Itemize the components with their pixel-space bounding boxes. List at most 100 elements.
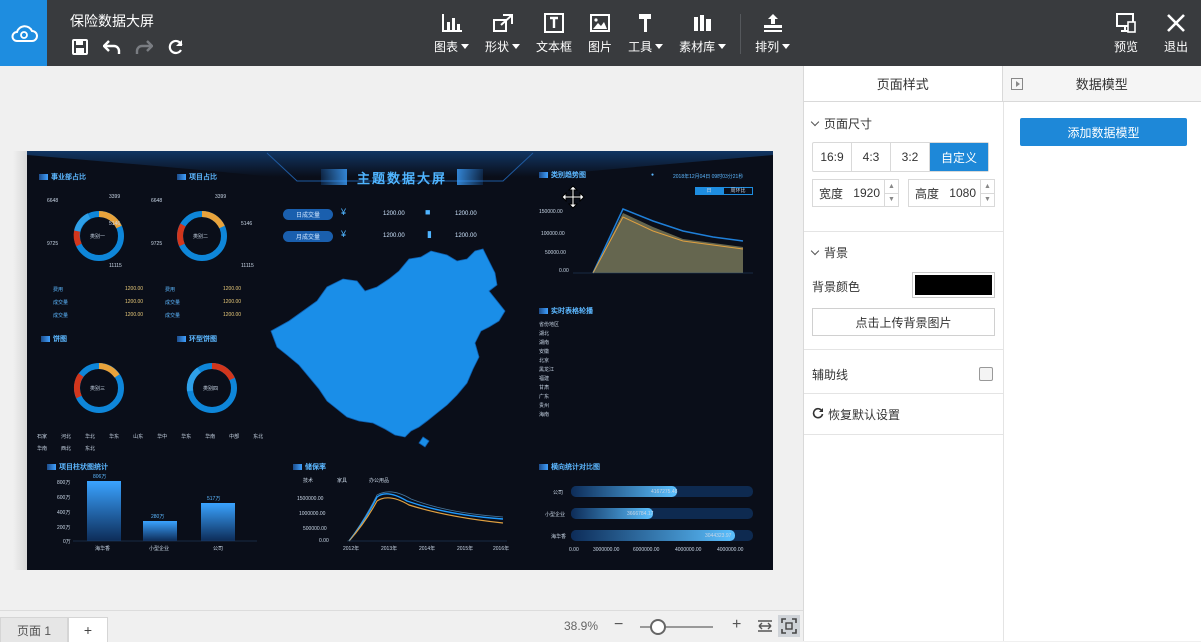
- upload-background-button[interactable]: 点击上传背景图片: [812, 308, 995, 336]
- legend-item: 中部: [229, 432, 239, 442]
- redo-icon[interactable]: [134, 37, 154, 57]
- collapse-panel-icon[interactable]: [1011, 78, 1023, 90]
- hbar-category: 公司: [553, 489, 563, 496]
- cloud-logo-icon[interactable]: [0, 0, 47, 66]
- ratio-custom[interactable]: 自定义: [930, 143, 988, 171]
- canvas-area[interactable]: 主题数据大屏 事业部占比 项目占比 饼图 环型饼图 类别趋势图 实时表格轮播 项…: [0, 66, 803, 610]
- guides-checkbox[interactable]: [979, 367, 993, 381]
- tab-data-model-label: 数据模型: [1076, 74, 1128, 93]
- legend-item: 华南: [205, 432, 215, 442]
- trend-datetime: 2018年12月04日 09时03分21秒: [673, 173, 743, 180]
- chart-menu-button[interactable]: 图表: [426, 12, 477, 56]
- add-data-model-button[interactable]: 添加数据模型: [1020, 118, 1187, 146]
- stat-value: 1200.00: [223, 299, 241, 305]
- section-pie: 饼图: [41, 334, 67, 344]
- fit-screen-icon[interactable]: [778, 615, 800, 637]
- donut-value-label: 5146: [109, 221, 120, 227]
- close-icon: [1165, 12, 1187, 34]
- height-value[interactable]: 1080: [945, 186, 980, 200]
- save-icon[interactable]: [70, 37, 90, 57]
- width-decrement-button[interactable]: ▼: [885, 194, 898, 207]
- width-field[interactable]: 宽度 1920 ▲▼: [812, 179, 899, 207]
- table-row: 安徽: [539, 348, 559, 355]
- daily-volume-pill: 日成交量: [283, 209, 333, 220]
- preview-button[interactable]: 预览: [1101, 12, 1151, 56]
- refresh-icon[interactable]: [166, 37, 186, 57]
- image-button[interactable]: 图片: [580, 12, 620, 56]
- hammer-icon: [635, 12, 657, 34]
- background-header[interactable]: 背景: [804, 237, 1003, 267]
- width-label: 宽度: [819, 185, 843, 202]
- dashboard-screen[interactable]: 主题数据大屏 事业部占比 项目占比 饼图 环型饼图 类别趋势图 实时表格轮播 项…: [27, 151, 773, 570]
- line-x-tick: 2016年: [493, 545, 509, 552]
- restore-defaults-button[interactable]: 恢复默认设置: [812, 406, 900, 423]
- shape-menu-label: 形状: [485, 38, 509, 55]
- donut-value-label: 6648: [151, 198, 162, 204]
- library-menu-button[interactable]: 素材库: [671, 12, 734, 56]
- width-value[interactable]: 1920: [849, 186, 884, 200]
- car-icon: ■: [425, 207, 430, 217]
- donut-value-label: 3399: [109, 194, 120, 200]
- table-row: 湖南: [539, 339, 559, 346]
- height-label: 高度: [915, 185, 939, 202]
- ratio-4-3[interactable]: 4:3: [852, 143, 891, 171]
- height-field[interactable]: 高度 1080 ▲▼: [908, 179, 995, 207]
- shape-menu-button[interactable]: 形状: [477, 12, 528, 56]
- tools-menu-button[interactable]: 工具: [620, 12, 671, 56]
- section-project: 项目占比: [177, 172, 217, 182]
- width-increment-button[interactable]: ▲: [885, 180, 898, 194]
- arrange-menu-label: 排列: [755, 38, 779, 55]
- ratio-3-2[interactable]: 3:2: [891, 143, 930, 171]
- textbox-button[interactable]: 文本框: [528, 12, 580, 56]
- trend-area-chart[interactable]: [573, 209, 753, 273]
- page-size-header[interactable]: 页面尺寸: [804, 108, 1003, 138]
- height-increment-button[interactable]: ▲: [981, 180, 994, 194]
- document-icon: ▮: [427, 229, 432, 240]
- undo-icon[interactable]: [102, 37, 122, 57]
- bg-color-picker[interactable]: [912, 272, 995, 298]
- region-legend: 石家 河北 华北 华东 山东 华中 华东 华南 中部 东北 华南 西北 东北: [37, 432, 267, 454]
- tab-data-model[interactable]: 数据模型: [1003, 66, 1201, 101]
- legend-item: 东北: [253, 432, 263, 442]
- exit-button[interactable]: 退出: [1151, 12, 1201, 56]
- page-tab-1[interactable]: 页面 1: [0, 617, 68, 642]
- hbar-x-tick: 3000000.00: [593, 547, 619, 553]
- toggle-day[interactable]: 日: [695, 187, 723, 195]
- table-row: 甘肃: [539, 384, 559, 391]
- image-icon: [589, 12, 611, 34]
- exit-label: 退出: [1164, 38, 1188, 55]
- zoom-in-button[interactable]: +: [732, 616, 741, 634]
- stat-key: 成交量: [165, 312, 180, 319]
- legend-item: 西北: [61, 444, 71, 454]
- chart-menu-label: 图表: [434, 38, 458, 55]
- preview-icon: [1115, 12, 1137, 34]
- vertical-bar-chart[interactable]: [73, 481, 257, 541]
- zoom-out-button[interactable]: −: [614, 616, 623, 634]
- zoom-slider-thumb[interactable]: [650, 619, 666, 635]
- realtime-table[interactable]: 省份地区 湖北 湖南 安徽 北京 黑龙江 福建 甘肃 广东 贵州 海南: [539, 321, 559, 418]
- yuan-icon: ¥: [341, 229, 346, 239]
- height-decrement-button[interactable]: ▼: [981, 194, 994, 207]
- stat-key: 费用: [165, 286, 175, 293]
- tab-page-style-label: 页面样式: [877, 74, 929, 93]
- bar-category: 公司: [213, 545, 223, 552]
- fit-width-icon[interactable]: [756, 617, 774, 635]
- toggle-week[interactable]: 周环比: [723, 187, 753, 195]
- toolbar-divider: [740, 14, 741, 54]
- line-x-tick: 2012年: [343, 545, 359, 552]
- clock-icon: ●: [651, 172, 654, 178]
- legend-item: 河北: [61, 432, 71, 442]
- arrange-menu-button[interactable]: 排列: [747, 12, 798, 56]
- add-page-button[interactable]: +: [68, 617, 108, 642]
- bar-chart-icon: [441, 12, 463, 34]
- line-chart[interactable]: [347, 492, 507, 541]
- textbox-label: 文本框: [536, 38, 572, 55]
- move-cursor-icon: [561, 185, 585, 209]
- bar-value-label: 517万: [207, 495, 220, 502]
- tab-page-style[interactable]: 页面样式: [804, 66, 1003, 101]
- legend-item: 东北: [85, 444, 95, 454]
- section-trend: 类别趋势图: [539, 170, 586, 180]
- stat-value: 1200.00: [125, 299, 143, 305]
- ratio-16-9[interactable]: 16:9: [813, 143, 852, 171]
- legend-item: 山东: [133, 432, 143, 442]
